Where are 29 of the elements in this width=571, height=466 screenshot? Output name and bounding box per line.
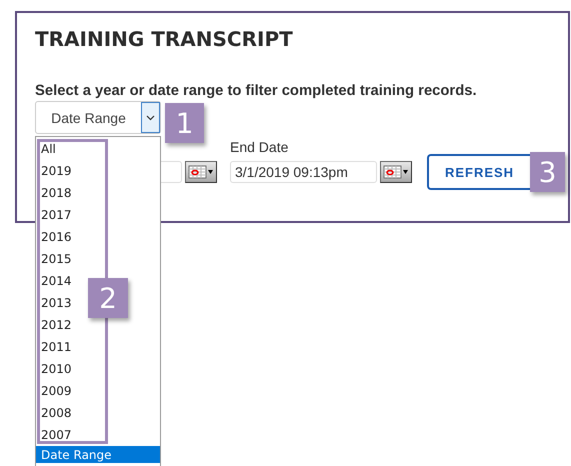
dropdown-option[interactable]: 2007: [36, 424, 74, 446]
end-date-label: End Date: [230, 139, 290, 155]
dropdown-option[interactable]: 2018: [36, 182, 74, 204]
instruction-text: Select a year or date range to filter completed training records.: [35, 83, 478, 99]
callout-badge: 3: [530, 152, 565, 192]
dropdown-option[interactable]: 2010: [36, 358, 74, 380]
calendar-button[interactable]: [380, 161, 412, 183]
dropdown-option[interactable]: Date Range: [36, 446, 160, 463]
chevron-icon: [146, 114, 155, 120]
dropdown-option[interactable]: 2012: [36, 314, 74, 336]
refresh-button[interactable]: REFRESH: [427, 154, 530, 190]
dropdown-option[interactable]: 2016: [36, 226, 74, 248]
dropdown-option[interactable]: 2008: [36, 402, 74, 424]
year-select[interactable]: Date Range: [35, 101, 161, 134]
dropdown-option[interactable]: All: [36, 138, 58, 160]
dropdown-option[interactable]: 2015: [36, 248, 74, 270]
page-title: TRAINING TRANSCRIPT: [35, 27, 294, 51]
dropdown-option[interactable]: 2013: [36, 292, 74, 314]
dropdown-option[interactable]: 2011: [36, 336, 74, 358]
dropdown-option[interactable]: 2009: [36, 380, 74, 402]
calendar-icon: [383, 165, 409, 179]
dropdown-option[interactable]: 2017: [36, 204, 74, 226]
callout-badge: 1: [165, 103, 204, 143]
dropdown-option[interactable]: 2014: [36, 270, 74, 292]
dropdown-option[interactable]: 2019: [36, 160, 74, 182]
end-date-field[interactable]: 3/1/2019 09:13pm: [230, 161, 377, 183]
calendar-button[interactable]: [185, 161, 217, 183]
callout-badge: 2: [88, 278, 128, 318]
calendar-icon: [188, 165, 214, 179]
